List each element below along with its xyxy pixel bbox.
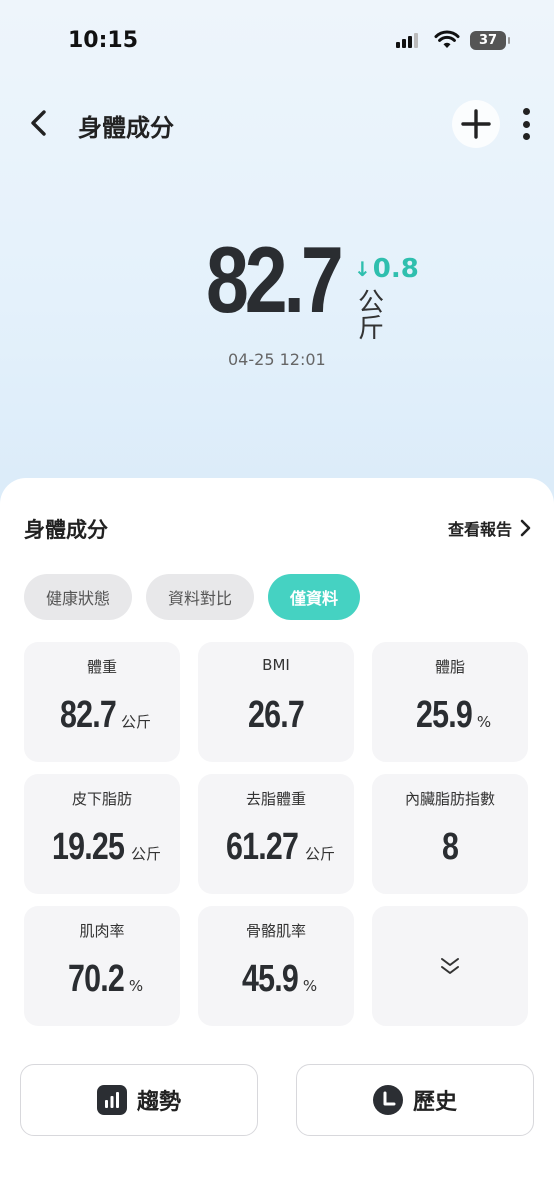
arrow-down-icon: ↓ — [354, 257, 371, 281]
view-report-label: 查看報告 — [447, 520, 512, 539]
metric-value: 70.2 — [67, 958, 125, 1000]
cellular-signal-icon — [396, 32, 418, 48]
status-bar: 10:15 37 — [0, 0, 554, 80]
bar-chart-icon — [96, 1085, 127, 1115]
metrics-grid: 體重 82.7 公斤 BMI 26.7 體脂 25.9% 皮下脂肪 19.25 公斤… — [24, 642, 528, 1026]
double-chevron-down-icon — [441, 958, 459, 974]
metric-value: 45.9 — [241, 958, 299, 1000]
more-dot — [522, 120, 530, 128]
metric-card-subcutaneous-fat[interactable]: 皮下脂肪 19.25 公斤 — [24, 774, 180, 894]
trend-button-label: 趨勢 — [136, 1090, 181, 1115]
metric-label: 去脂體重 — [245, 790, 306, 808]
metric-card-bmi[interactable]: BMI 26.7 — [198, 642, 354, 762]
weight-delta-value: 0.8 — [372, 254, 419, 284]
chevron-right-icon — [520, 519, 531, 537]
expand-metrics-button[interactable] — [372, 906, 528, 1026]
metric-card-lean-mass[interactable]: 去脂體重 61.27 公斤 — [198, 774, 354, 894]
metric-card-visceral-fat[interactable]: 內臟脂肪指數 8 — [372, 774, 528, 894]
status-time: 10:15 — [68, 28, 139, 53]
weight-delta: ↓ 0.8 — [354, 254, 419, 284]
view-tabs: 健康狀態 資料對比 僅資料 — [24, 574, 361, 620]
history-button-label: 歷史 — [412, 1090, 457, 1115]
metric-value: 19.25 — [51, 826, 125, 868]
plus-icon — [461, 109, 491, 139]
weight-summary: 82.7 ↓ 0.8 公斤 04-25 12:01 — [0, 230, 554, 390]
section-title: 身體成分 — [24, 518, 108, 542]
tab-data-compare[interactable]: 資料對比 — [146, 574, 255, 620]
metric-value: 26.7 — [248, 694, 305, 736]
metric-card-weight[interactable]: 體重 82.7 公斤 — [24, 642, 180, 762]
metric-unit: 公斤 — [305, 845, 336, 863]
metric-label: 皮下脂肪 — [71, 790, 132, 808]
trend-button[interactable]: 趨勢 — [20, 1064, 258, 1136]
clock-icon — [372, 1085, 403, 1115]
metric-value: 8 — [441, 826, 459, 868]
metric-label: 骨骼肌率 — [245, 922, 306, 940]
measure-date: 04-25 12:01 — [228, 350, 326, 369]
metric-unit: % — [302, 977, 318, 995]
weight-value: 82.7 — [206, 227, 344, 332]
page-title: 身體成分 — [78, 114, 174, 142]
metric-value: 61.27 — [225, 826, 299, 868]
metric-unit: % — [128, 977, 144, 995]
wifi-icon — [434, 30, 460, 48]
chevron-left-icon — [31, 110, 46, 136]
metric-label: 體脂 — [434, 658, 465, 676]
metric-label: 內臟脂肪指數 — [404, 790, 495, 808]
bottom-actions: 趨勢 歷史 — [20, 1064, 534, 1136]
app-header: 身體成分 — [0, 96, 554, 152]
more-dot — [522, 108, 530, 115]
add-button[interactable] — [452, 100, 500, 148]
battery-icon: 37 — [470, 31, 510, 50]
body-composition-panel: 身體成分 查看報告 健康狀態 資料對比 僅資料 體重 82.7 公斤 BMI 26… — [0, 478, 554, 1200]
metric-unit: % — [476, 713, 492, 731]
back-button[interactable] — [22, 106, 56, 140]
metric-value: 25.9 — [415, 694, 473, 736]
metric-label: 體重 — [86, 658, 117, 676]
tab-health-status[interactable]: 健康狀態 — [24, 574, 133, 620]
tab-data-only[interactable]: 僅資料 — [268, 574, 361, 620]
metric-label: BMI — [262, 656, 290, 674]
more-dot — [522, 133, 530, 140]
metric-card-body-fat[interactable]: 體脂 25.9% — [372, 642, 528, 762]
more-options-button[interactable] — [516, 104, 536, 144]
metric-card-skeletal-muscle[interactable]: 骨骼肌率 45.9% — [198, 906, 354, 1026]
metric-unit: 公斤 — [120, 713, 151, 731]
metric-unit: 公斤 — [131, 845, 162, 863]
metric-value: 82.7 — [59, 694, 117, 736]
view-report-link[interactable]: 查看報告 — [448, 516, 532, 540]
metric-label: 肌肉率 — [79, 922, 125, 940]
metric-card-muscle-rate[interactable]: 肌肉率 70.2% — [24, 906, 180, 1026]
weight-unit: 公斤 — [358, 288, 385, 344]
history-button[interactable]: 歷史 — [296, 1064, 534, 1136]
